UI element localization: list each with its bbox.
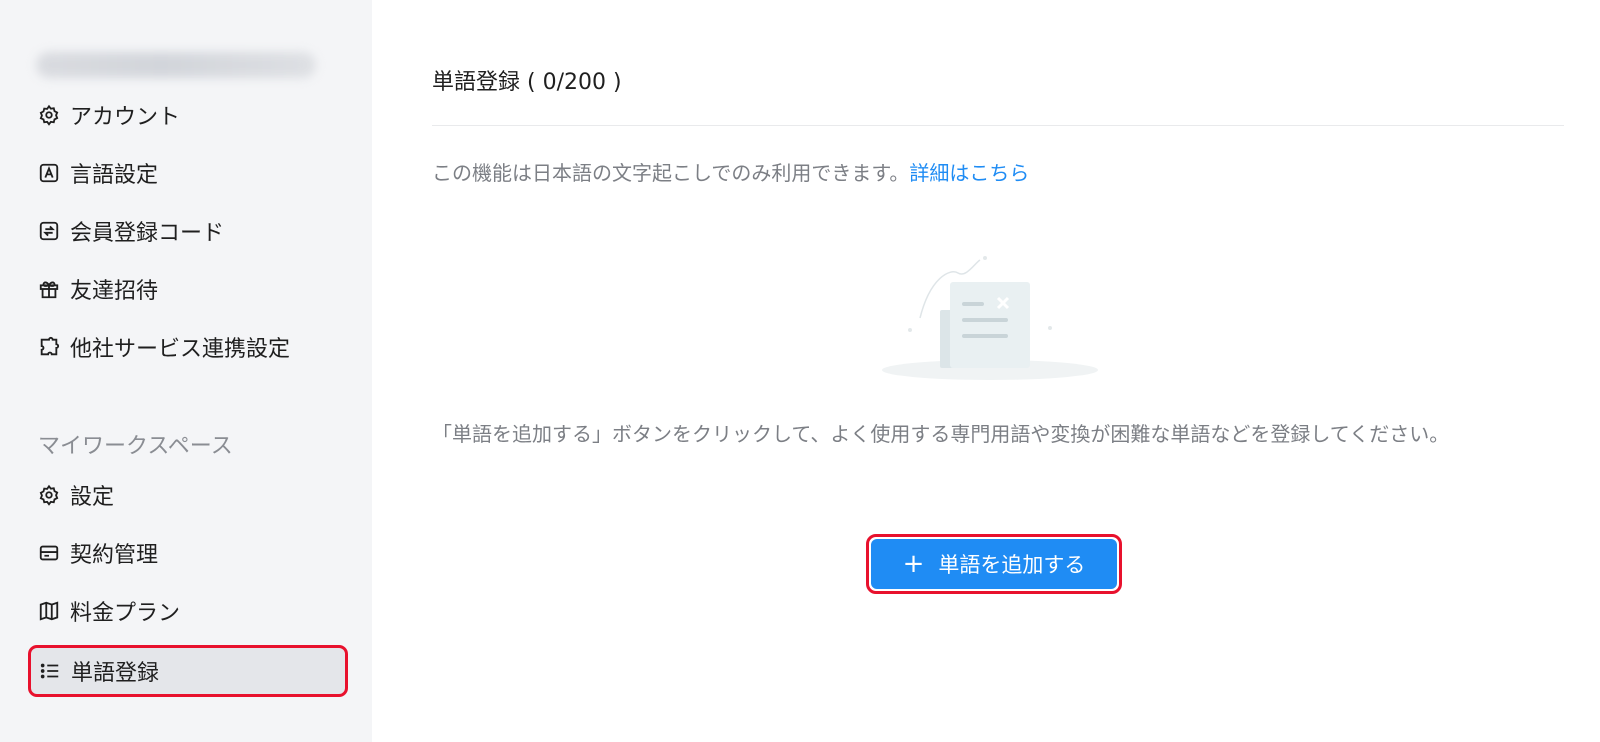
list-icon — [39, 660, 61, 682]
add-word-button-label: 単語を追加する — [938, 553, 1086, 577]
page-title: 単語登録 ( 0/200 ) — [432, 70, 622, 95]
sidebar-item-account[interactable]: アカウント — [28, 89, 348, 141]
empty-state-description: 「単語を追加する」ボタンをクリックして、よく使用する専門用語や変換が困難な単語な… — [432, 422, 1450, 446]
sidebar-item-label: アカウント — [70, 105, 181, 130]
sidebar-item-label: 他社サービス連携設定 — [70, 337, 291, 362]
notice-text: この機能は日本語の文字起こしでのみ利用できます。 — [432, 161, 910, 185]
add-word-button-body[interactable]: + 単語を追加する — [871, 539, 1117, 589]
sidebar-item-invite-friends[interactable]: 友達招待 — [28, 263, 348, 315]
details-link[interactable]: 詳細はこちら — [909, 161, 1029, 185]
sidebar: アカウント 言語設定 会員登録コード 友達招待 他社サービス連携設定 マイワーク… — [0, 0, 372, 742]
main-content: 単語登録 ( 0/200 ) この機能は日本語の文字起こしでのみ利用できます。詳… — [372, 0, 1600, 742]
feature-notice: この機能は日本語の文字起こしでのみ利用できます。詳細はこちら — [432, 157, 1029, 186]
gift-icon — [38, 278, 60, 300]
integration-icon — [38, 336, 60, 358]
sidebar-item-language[interactable]: 言語設定 — [28, 147, 348, 199]
add-word-button[interactable]: + 単語を追加する — [866, 534, 1122, 594]
sidebar-item-label: 友達招待 — [70, 279, 159, 304]
plus-icon: + — [902, 549, 925, 579]
sidebar-item-integrations[interactable]: 他社サービス連携設定 — [28, 321, 348, 373]
sidebar-item-label: 会員登録コード — [70, 221, 225, 246]
sidebar-item-word-registration[interactable]: 単語登録 — [28, 645, 348, 697]
sidebar-item-label: 設定 — [70, 485, 115, 510]
sidebar-item-label: 言語設定 — [70, 163, 159, 188]
sidebar-item-contracts[interactable]: 契約管理 — [28, 527, 348, 579]
language-icon — [38, 162, 60, 184]
sidebar-item-settings[interactable]: 設定 — [28, 469, 348, 521]
sidebar-item-pricing[interactable]: 料金プラン — [28, 585, 348, 637]
gear-icon — [38, 484, 60, 506]
sidebar-item-label: 料金プラン — [70, 601, 181, 626]
sidebar-item-label: 単語登録 — [71, 661, 160, 686]
contract-icon — [38, 542, 60, 564]
empty-state-illustration — [880, 248, 1100, 388]
workspace-section-label: マイワークスペース — [38, 434, 233, 459]
blurred-account-email — [36, 52, 316, 78]
gear-icon — [38, 104, 60, 126]
sidebar-item-label: 契約管理 — [70, 543, 159, 568]
sidebar-item-member-code[interactable]: 会員登録コード — [28, 205, 348, 257]
map-icon — [38, 600, 60, 622]
code-exchange-icon — [38, 220, 60, 242]
divider — [432, 125, 1564, 126]
